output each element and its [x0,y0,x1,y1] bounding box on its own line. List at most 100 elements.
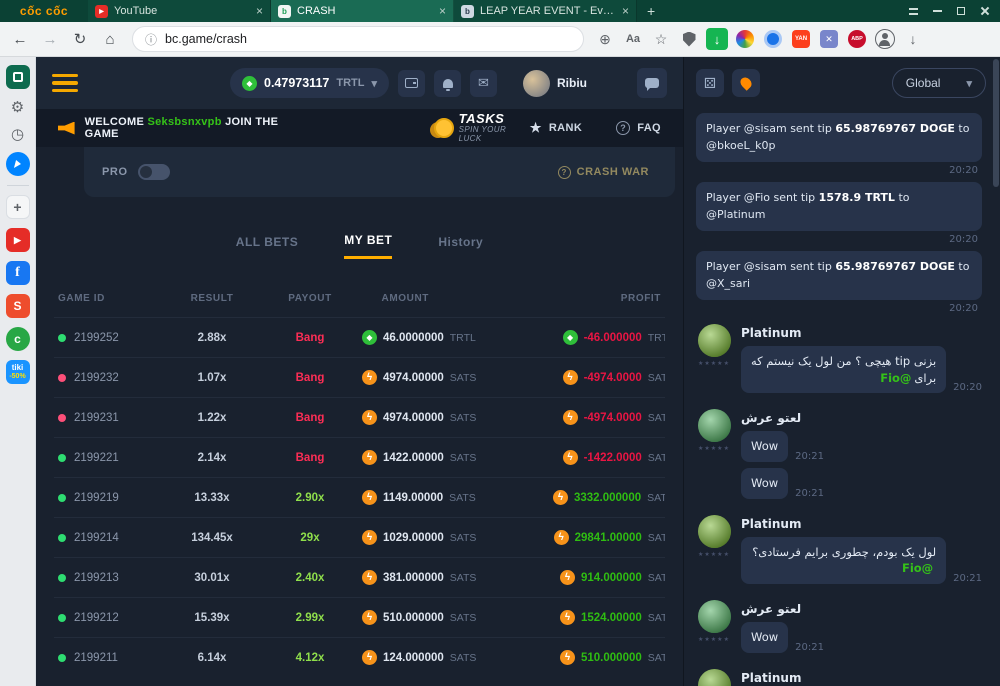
rank-star-icon: ★ [530,120,542,136]
downloads-tray-icon[interactable]: ↓ [902,28,924,50]
youtube-shortcut-icon[interactable]: ▶ [6,228,30,252]
amount-cell: 4974.00000SATS [362,410,496,425]
settings-gear-icon[interactable]: ⚙ [11,98,24,116]
chat-flame-icon[interactable] [732,69,760,97]
home-button[interactable]: ⌂ [98,27,122,51]
user-menu[interactable]: Ribiu [523,70,587,97]
tiki-shortcut-icon[interactable]: tiki -50% [6,360,30,384]
faq-button[interactable]: ? FAQ [616,121,661,135]
messenger-icon[interactable] [6,152,30,176]
tab-close-icon[interactable]: × [439,4,446,18]
chat-header: ⚄ Global ▾ [684,57,1000,109]
new-tab-button[interactable]: + [637,3,665,19]
download-manager-button[interactable]: ↓ [706,28,728,50]
browser-tab-bar: cốc cốc ▶ YouTube × b CRASH × b LEAP YEA… [0,0,1000,22]
reload-button[interactable]: ↻ [68,27,92,51]
extension-yan-icon[interactable]: YAN [790,28,812,50]
table-row[interactable]: 2199213 30.01x 2.40x 381.000000SATS 914.… [54,557,665,597]
coccoc-shortcut-icon[interactable]: c [6,327,30,351]
table-row[interactable]: 2199252 2.88x Bang 46.0000000TRTL -46.00… [54,317,665,357]
chat-toggle-button[interactable] [637,68,667,98]
payout: 2.40x [258,572,362,584]
chat-username[interactable]: لعتو عرش [741,602,982,616]
coin-icon [563,450,578,465]
chat-scrollbar[interactable] [993,59,999,187]
balance-selector[interactable]: 0.47973117 TRTL ▾ [230,68,389,98]
chat-username[interactable]: Platinum [741,517,982,531]
mute-tab-icon[interactable]: ✕ [818,28,840,50]
address-bar[interactable]: ⓘ bc.game/crash [132,26,584,52]
chat-username[interactable]: Platinum [741,326,982,340]
shopee-shortcut-icon[interactable]: S [6,294,30,318]
amount-cell: 1149.00000SATS [362,490,496,505]
avatar[interactable] [698,669,731,686]
zoom-icon[interactable]: ⊕ [594,28,616,50]
table-row[interactable]: 2199211 6.14x 4.12x 124.000000SATS 510.0… [54,637,665,677]
close-window-button[interactable] [974,2,996,20]
back-button[interactable]: ← [8,27,32,51]
site-info-icon[interactable]: ⓘ [145,31,157,48]
tab-crash[interactable]: b CRASH × [271,0,454,22]
shield-icon[interactable] [678,28,700,50]
table-row[interactable]: 2199232 1.07x Bang 4974.00000SATS -4974.… [54,357,665,397]
user-avatar[interactable] [523,70,550,97]
table-row[interactable]: 2199231 1.22x Bang 4974.00000SATS -4974.… [54,397,665,437]
mail-button[interactable]: ✉ [470,70,497,97]
tab-youtube[interactable]: ▶ YouTube × [88,0,271,22]
crash-war-button[interactable]: ? CRASH WAR [550,159,657,185]
tab-history[interactable]: History [438,233,483,259]
tab-my-bet[interactable]: MY BET [344,233,392,259]
forward-button[interactable]: → [38,27,62,51]
tab-leap-year-event[interactable]: b LEAP YEAR EVENT - Event × [454,0,637,22]
bookmark-star-icon[interactable]: ☆ [650,28,672,50]
status-dot [58,454,66,462]
mention[interactable]: @Fio [902,561,933,575]
facebook-shortcut-icon[interactable]: f [6,261,30,285]
wallet-button[interactable] [398,70,425,97]
chat-username[interactable]: Platinum [741,671,982,685]
chat-messages[interactable]: Player @sisam sent tip 65.98769767 DOGE … [684,109,1000,686]
add-shortcut-icon[interactable]: + [6,195,30,219]
table-row[interactable]: 2199212 15.39x 2.99x 510.000000SATS 1524… [54,597,665,637]
bosskey-button[interactable] [902,2,924,20]
coin-icon [362,330,377,345]
url-text[interactable]: bc.game/crash [165,32,247,46]
minimize-button[interactable] [926,2,948,20]
avatar[interactable] [698,600,731,633]
table-row[interactable]: 2199219 13.33x 2.90x 1149.00000SATS 3332… [54,477,665,517]
maximize-button[interactable] [950,2,972,20]
tab-close-icon[interactable]: × [622,4,629,18]
chat-room-select[interactable]: Global ▾ [892,68,986,98]
tab-all-bets[interactable]: ALL BETS [236,233,298,259]
tasks-title: TASKS [459,112,530,126]
status-dot [58,534,66,542]
hamburger-menu-icon[interactable] [52,74,78,93]
profit-cell: 3332.000000SATS [496,490,665,505]
tasks-banner-button[interactable]: TASKS SPIN YOUR LUCK [430,112,530,144]
avatar[interactable] [698,515,731,548]
table-row[interactable]: 2199214 134.45x 29x 1029.00000SATS 29841… [54,517,665,557]
payout: Bang [258,412,362,424]
bcgame-favicon: b [278,5,291,18]
chat-dice-icon[interactable]: ⚄ [696,69,724,97]
avatar[interactable] [698,324,731,357]
tab-close-icon[interactable]: × [256,4,263,18]
extension-colorwheel-icon[interactable] [734,28,756,50]
adblock-abp-icon[interactable]: ABP [846,28,868,50]
pro-toggle[interactable] [138,164,170,180]
extension-blue-icon[interactable] [762,28,784,50]
webpanel-icon[interactable] [6,65,30,89]
mention[interactable]: @Fio [880,371,911,385]
table-row[interactable]: 2199221 2.14x Bang 1422.00000SATS -1422.… [54,437,665,477]
history-clock-icon[interactable]: ◷ [11,125,24,143]
profile-icon[interactable] [874,28,896,50]
chat-bubble: Wow [741,431,788,462]
chat-message: ★★★★★ Platinum بزنی tip هیچی ؟ من لول یک… [696,324,982,399]
notifications-bell-button[interactable] [434,70,461,97]
coccoc-logo[interactable]: cốc cốc [0,4,88,18]
profit-cell: 29841.00000SATS [496,530,665,545]
rank-button[interactable]: ★ RANK [530,120,582,136]
chat-username[interactable]: لعتو عرش [741,411,982,425]
translate-icon[interactable]: Aa [622,28,644,50]
avatar[interactable] [698,409,731,442]
